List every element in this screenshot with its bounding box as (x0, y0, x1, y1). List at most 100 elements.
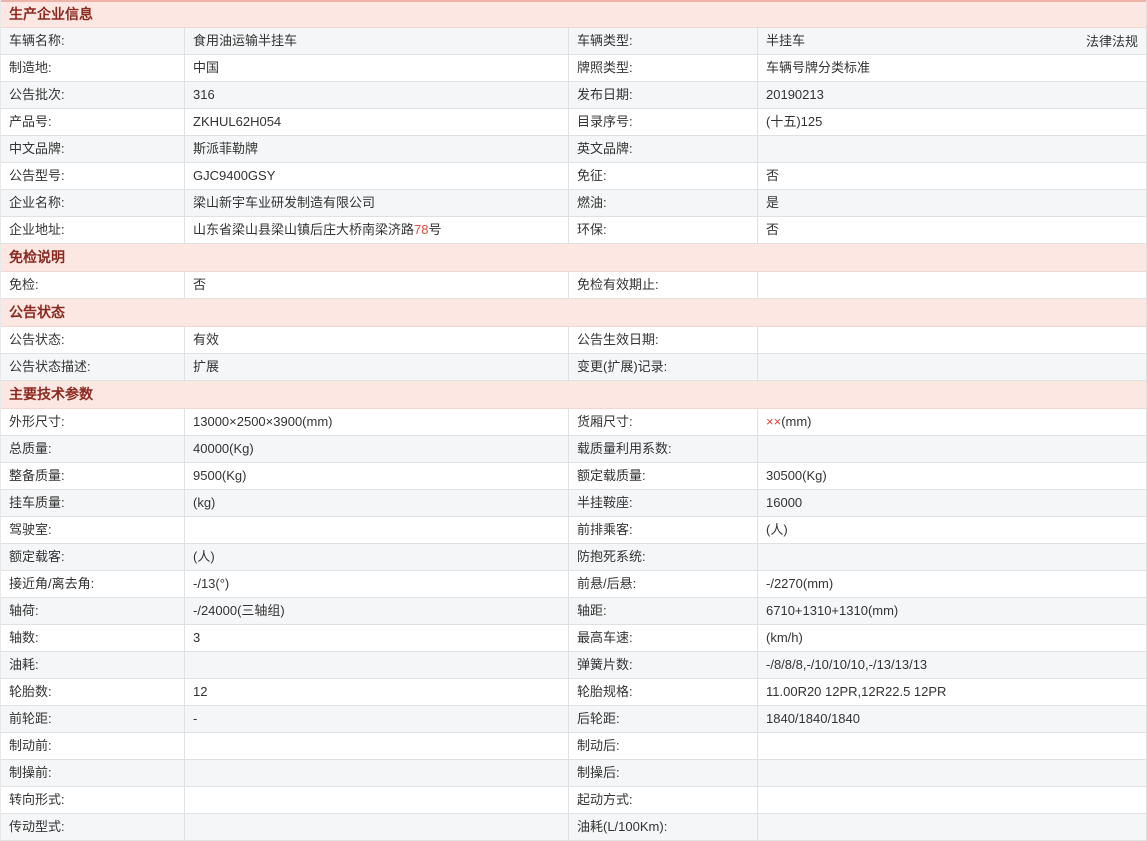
field-label: 额定载质量: (568, 463, 757, 489)
field-value: 12 (184, 679, 568, 705)
field-value: GJC9400GSY (184, 163, 568, 189)
field-label: 整备质量: (1, 463, 184, 489)
field-label: 燃油: (568, 190, 757, 216)
field-label: 车辆类型: (568, 28, 757, 54)
table-row: 外形尺寸:13000×2500×3900(mm)货厢尺寸:××(mm) (1, 409, 1146, 436)
field-label: 驾驶室: (1, 517, 184, 543)
field-value: (人) (757, 517, 1146, 543)
field-value: 否 (757, 163, 1146, 189)
field-label: 轴距: (568, 598, 757, 624)
field-label: 轮胎规格: (568, 679, 757, 705)
field-value (757, 436, 1146, 462)
vehicle-info-table: 生产企业信息车辆名称:食用油运输半挂车车辆类型:半挂车制造地:中国牌照类型:车辆… (1, 0, 1146, 841)
table-row: 轴数:3最高车速:(km/h) (1, 625, 1146, 652)
field-label: 免检有效期止: (568, 272, 757, 298)
field-label: 油耗: (1, 652, 184, 678)
table-row: 轴荷:-/24000(三轴组)轴距:6710+1310+1310(mm) (1, 598, 1146, 625)
field-value: (人) (184, 544, 568, 570)
field-label: 接近角/离去角: (1, 571, 184, 597)
field-value: (km/h) (757, 625, 1146, 651)
field-label: 公告型号: (1, 163, 184, 189)
field-label: 弹簧片数: (568, 652, 757, 678)
field-value (757, 136, 1146, 162)
table-row: 额定载客:(人)防抱死系统: (1, 544, 1146, 571)
field-value: 3 (184, 625, 568, 651)
highlighted-text: ×× (766, 414, 781, 429)
field-value: - (184, 706, 568, 732)
field-label: 变更(扩展)记录: (568, 354, 757, 380)
field-label: 轴荷: (1, 598, 184, 624)
field-value: -/8/8/8,-/10/10/10,-/13/13/13 (757, 652, 1146, 678)
table-row: 驾驶室:前排乘客:(人) (1, 517, 1146, 544)
field-value (184, 517, 568, 543)
table-row: 前轮距:-后轮距:1840/1840/1840 (1, 706, 1146, 733)
field-value: 食用油运输半挂车 (184, 28, 568, 54)
field-value: 有效 (184, 327, 568, 353)
field-label: 中文品牌: (1, 136, 184, 162)
field-value: 否 (757, 217, 1146, 243)
field-value (757, 354, 1146, 380)
field-value: 30500(Kg) (757, 463, 1146, 489)
field-value (184, 814, 568, 840)
field-label: 发布日期: (568, 82, 757, 108)
field-value: ZKHUL62H054 (184, 109, 568, 135)
field-value (757, 760, 1146, 786)
field-value: 是 (757, 190, 1146, 216)
field-label: 产品号: (1, 109, 184, 135)
field-value: 车辆号牌分类标准 (757, 55, 1146, 81)
section-header: 生产企业信息 (1, 0, 1146, 28)
field-label: 转向形式: (1, 787, 184, 813)
field-label: 总质量: (1, 436, 184, 462)
vehicle-announcement-page: 生产企业信息车辆名称:食用油运输半挂车车辆类型:半挂车制造地:中国牌照类型:车辆… (0, 0, 1147, 841)
table-row: 公告状态描述:扩展变更(扩展)记录: (1, 354, 1146, 381)
field-label: 轴数: (1, 625, 184, 651)
field-label: 免检: (1, 272, 184, 298)
field-value: (十五)125 (757, 109, 1146, 135)
field-value: ××(mm) (757, 409, 1146, 435)
field-label: 免征: (568, 163, 757, 189)
field-value: 9500(Kg) (184, 463, 568, 489)
table-row: 挂车质量:(kg)半挂鞍座:16000 (1, 490, 1146, 517)
field-value (757, 787, 1146, 813)
field-value: 斯派菲勒牌 (184, 136, 568, 162)
field-label: 环保: (568, 217, 757, 243)
table-row: 中文品牌:斯派菲勒牌英文品牌: (1, 136, 1146, 163)
field-value (184, 733, 568, 759)
section-header: 主要技术参数 (1, 381, 1146, 409)
table-row: 产品号:ZKHUL62H054目录序号:(十五)125 (1, 109, 1146, 136)
table-row: 公告状态:有效公告生效日期: (1, 327, 1146, 354)
field-label: 外形尺寸: (1, 409, 184, 435)
field-label: 制操前: (1, 760, 184, 786)
field-value: 316 (184, 82, 568, 108)
field-value: 11.00R20 12PR,12R22.5 12PR (757, 679, 1146, 705)
field-value: (kg) (184, 490, 568, 516)
highlighted-text: 78 (414, 222, 428, 237)
field-value (757, 544, 1146, 570)
section-header: 免检说明 (1, 244, 1146, 272)
field-label: 额定载客: (1, 544, 184, 570)
field-label: 公告批次: (1, 82, 184, 108)
field-label: 目录序号: (568, 109, 757, 135)
field-label: 车辆名称: (1, 28, 184, 54)
table-row: 制动前:制动后: (1, 733, 1146, 760)
table-row: 传动型式:油耗(L/100Km): (1, 814, 1146, 841)
table-row: 转向形式: 起动方式: (1, 787, 1146, 814)
field-label: 最高车速: (568, 625, 757, 651)
field-label: 公告状态: (1, 327, 184, 353)
field-label: 制造地: (1, 55, 184, 81)
field-label: 起动方式: (568, 787, 757, 813)
field-value: 6710+1310+1310(mm) (757, 598, 1146, 624)
field-label: 前悬/后悬: (568, 571, 757, 597)
field-value (757, 272, 1146, 298)
legal-regulations-link[interactable]: 法律法规 (1086, 28, 1138, 55)
field-value: 20190213 (757, 82, 1146, 108)
field-label: 载质量利用系数: (568, 436, 757, 462)
field-value (184, 652, 568, 678)
field-value: 40000(Kg) (184, 436, 568, 462)
field-value: 梁山新宇车业研发制造有限公司 (184, 190, 568, 216)
field-value: 否 (184, 272, 568, 298)
table-row: 公告批次:316发布日期:20190213 (1, 82, 1146, 109)
field-label: 防抱死系统: (568, 544, 757, 570)
field-label: 油耗(L/100Km): (568, 814, 757, 840)
field-label: 制动后: (568, 733, 757, 759)
